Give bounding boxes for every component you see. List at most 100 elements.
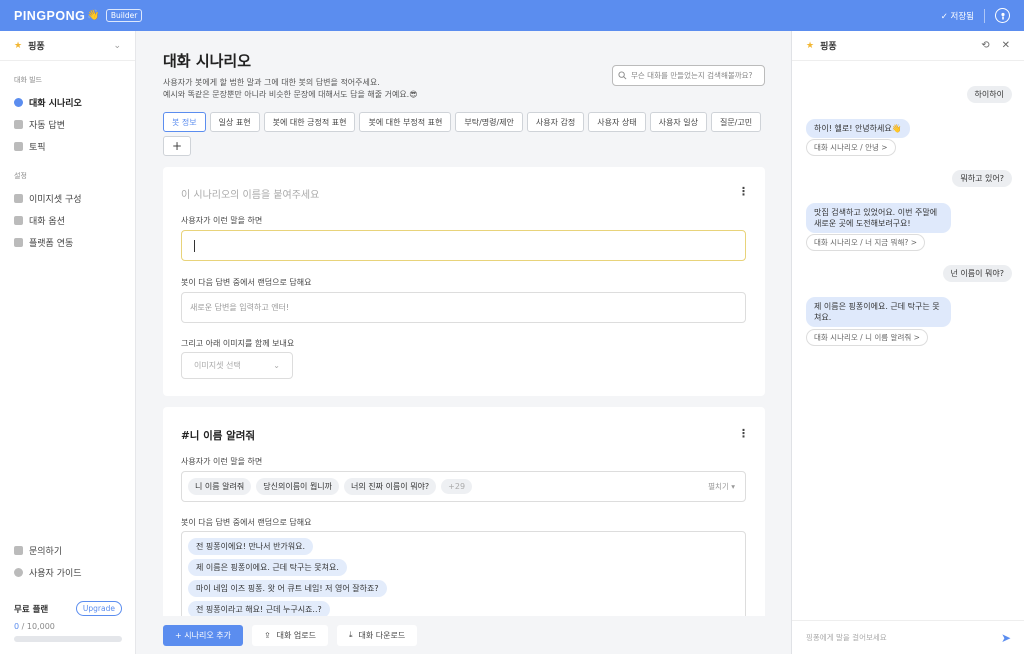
bot-answer-list: 전 핑퐁이에요! 만나서 반가워요. 제 이름은 핑퐁이에요. 근데 탁구는 못…: [181, 531, 746, 621]
chat-input-placeholder: 핑퐁에게 말을 걸어보세요: [806, 633, 887, 642]
tab-question[interactable]: 질문/고민: [710, 112, 762, 132]
reset-icon[interactable]: ⟲: [981, 40, 989, 51]
utterance-chip[interactable]: 니 이름 알려줘: [188, 478, 252, 495]
sidebar-item-auto-reply[interactable]: 자동 답변: [0, 113, 135, 135]
user-message: 넌 이름이 뭐야?: [942, 265, 1012, 282]
scenario-link[interactable]: 대화 시나리오 / 안녕 >: [806, 139, 896, 156]
user-utterance-label: 사용자가 이런 말을 하면: [181, 216, 263, 225]
tab-request[interactable]: 부탁/명령/제안: [455, 112, 523, 132]
sidebar-item-options[interactable]: 대화 옵션: [0, 209, 135, 231]
bot-answer-input[interactable]: 새로운 답변을 입력하고 엔터!: [181, 292, 746, 323]
tab-user-daily[interactable]: 사용자 일상: [649, 112, 707, 132]
user-message: 뭐하고 있어?: [952, 170, 1012, 187]
user-account-icon[interactable]: [995, 8, 1010, 23]
bot-message: 맛집 검색하고 있었어요. 이번 주말에 새로운 곳에 도전해보려구요!: [806, 203, 951, 233]
tab-positive[interactable]: 봇에 대한 긍정적 표현: [263, 112, 356, 132]
bot-name: 핑퐁: [28, 42, 45, 52]
bot-message: 하이! 헬로! 안녕하세요👋: [806, 119, 910, 138]
image-icon: [14, 193, 23, 203]
scenario-link[interactable]: 대화 시나리오 / 니 이름 알려줘 >: [806, 329, 928, 346]
add-tab-button[interactable]: +: [163, 136, 191, 156]
scenario-name-input[interactable]: 이 시나리오의 이름을 붙여주세요: [181, 186, 319, 201]
upload-label: 대화 업로드: [276, 630, 316, 640]
chevron-down-icon: ⌄: [113, 40, 121, 51]
tab-user-emotion[interactable]: 사용자 감정: [526, 112, 585, 132]
utterance-chip[interactable]: 당신의이름이 뭡니까: [256, 478, 340, 495]
sidebar-item-label: 이미지셋 구성: [29, 194, 82, 205]
upgrade-button[interactable]: Upgrade: [75, 601, 122, 616]
answer-chip[interactable]: 제 이름은 핑퐁이에요. 근데 탁구는 못쳐요.: [188, 559, 347, 576]
sidebar-item-scenario[interactable]: 대화 시나리오: [0, 91, 135, 113]
chat-input[interactable]: 핑퐁에게 말을 걸어보세요 ➤: [792, 620, 1024, 654]
user-utterance-list[interactable]: 니 이름 알려줘 당신의이름이 뭡니까 너의 진짜 이름이 뭐야? +29 펼치…: [181, 471, 746, 502]
chat-title: 핑퐁: [820, 42, 837, 52]
main-content: 대화 시나리오 사용자가 봇에게 할 법한 말과 그에 대한 봇의 답변을 적어…: [136, 31, 784, 654]
sidebar-item-topic[interactable]: 토픽: [0, 135, 135, 157]
user-utterance-input[interactable]: [181, 230, 746, 261]
download-icon: ⤓: [349, 630, 353, 639]
tab-bot-info[interactable]: 봇 정보: [163, 112, 206, 132]
user-message: 하이하이: [966, 86, 1012, 103]
topic-icon: [14, 141, 23, 151]
plan-name: 무료 플랜: [14, 604, 49, 615]
save-status: ✓ 저장됨: [940, 11, 974, 22]
description-line: 예시와 똑같은 문장뿐만 아니라 비슷한 문장에 대해서도 답을 해줄 거예요.…: [163, 90, 418, 99]
usage-limit: / 10,000: [21, 622, 55, 631]
auto-reply-icon: [14, 119, 23, 129]
sidebar-item-label: 플랫폼 연동: [29, 238, 74, 249]
answer-placeholder: 새로운 답변을 입력하고 엔터!: [190, 303, 290, 312]
scenario-icon: [14, 97, 23, 107]
builder-badge: Builder: [105, 9, 143, 22]
bot-selector[interactable]: ★ 핑퐁 ⌄: [0, 31, 135, 61]
more-options-icon[interactable]: ⋮: [738, 185, 749, 198]
scenario-link[interactable]: 대화 시나리오 / 너 지금 뭐해? >: [806, 234, 925, 251]
upload-icon: ⇪: [263, 630, 271, 640]
bot-avatar-icon: ★: [14, 40, 23, 51]
tab-daily[interactable]: 일상 표현: [209, 112, 260, 132]
divider: [984, 8, 985, 23]
tab-user-state[interactable]: 사용자 상태: [588, 112, 646, 132]
user-utterance-label: 사용자가 이런 말을 하면: [181, 457, 263, 466]
plan-box: 무료 플랜 Upgrade 0 / 10,000: [0, 601, 136, 654]
pencil-icon: [14, 545, 23, 555]
sidebar-item-contact[interactable]: 문의하기: [0, 539, 136, 561]
expand-button[interactable]: 펼치기 ▾: [708, 481, 735, 492]
sidebar-item-label: 대화 옵션: [29, 216, 65, 227]
sidebar-item-platform[interactable]: 플랫폼 연동: [0, 231, 135, 253]
chat-header: ★ 핑퐁 ⟲ ✕: [792, 31, 1024, 61]
sidebar-item-label: 문의하기: [29, 546, 63, 557]
close-icon[interactable]: ✕: [1002, 40, 1010, 51]
answer-chip[interactable]: 전 핑퐁이에요! 만나서 반가워요.: [188, 538, 314, 555]
scenario-title: #니 이름 알려줘: [181, 430, 256, 442]
search-input[interactable]: 무슨 대화를 만들었는지 검색해볼까요?: [612, 65, 765, 86]
tab-negative[interactable]: 봇에 대한 부정적 표현: [359, 112, 452, 132]
wave-icon: 👋: [87, 10, 100, 21]
answer-chip[interactable]: 마이 네임 이즈 핑퐁. 왓 어 큐트 네임! 저 영어 잘하죠?: [188, 580, 387, 597]
utterance-chip[interactable]: 너의 진짜 이름이 뭐야?: [344, 478, 437, 495]
options-icon: [14, 215, 23, 225]
page-description: 사용자가 봇에게 할 법한 말과 그에 대한 봇의 답변을 적어주세요. 예시와…: [163, 77, 583, 101]
upload-button[interactable]: ⇪ 대화 업로드: [251, 624, 328, 646]
download-label: 대화 다운로드: [358, 630, 406, 640]
imageset-select[interactable]: 이미지셋 선택 ⌄: [181, 352, 293, 379]
category-tabs: 봇 정보 일상 표현 봇에 대한 긍정적 표현 봇에 대한 부정적 표현 부탁/…: [163, 112, 763, 156]
send-icon[interactable]: ➤: [1001, 631, 1011, 645]
usage-text: 0 / 10,000: [14, 622, 122, 631]
more-options-icon[interactable]: ⋮: [738, 427, 749, 440]
help-icon: [14, 567, 23, 577]
more-count-chip[interactable]: +29: [441, 479, 473, 494]
sidebar-item-guide[interactable]: 사용자 가이드: [0, 561, 136, 583]
description-line: 사용자가 봇에게 할 법한 말과 그에 대한 봇의 답변을 적어주세요.: [163, 78, 380, 87]
bot-message: 제 이름은 핑퐁이에요. 근데 탁구는 못쳐요.: [806, 297, 951, 327]
sidebar-item-imageset[interactable]: 이미지셋 구성: [0, 187, 135, 209]
search-placeholder: 무슨 대화를 만들었는지 검색해볼까요?: [631, 71, 753, 80]
search-icon: [618, 71, 627, 80]
add-scenario-button[interactable]: + 시나리오 추가: [163, 624, 243, 646]
bot-answer-label: 봇이 다음 답변 중에서 랜덤으로 답해요: [181, 518, 312, 527]
top-bar: PINGPONG 👋 Builder ✓ 저장됨: [0, 0, 1024, 31]
download-button[interactable]: ⤓ 대화 다운로드: [337, 624, 418, 646]
sidebar-item-label: 사용자 가이드: [29, 568, 82, 579]
app-logo: PINGPONG: [14, 8, 86, 23]
chat-preview-panel: ★ 핑퐁 ⟲ ✕ 하이하이 하이! 헬로! 안녕하세요👋 대화 시나리오 / 안…: [791, 31, 1024, 654]
bot-avatar-icon: ★: [806, 40, 815, 51]
